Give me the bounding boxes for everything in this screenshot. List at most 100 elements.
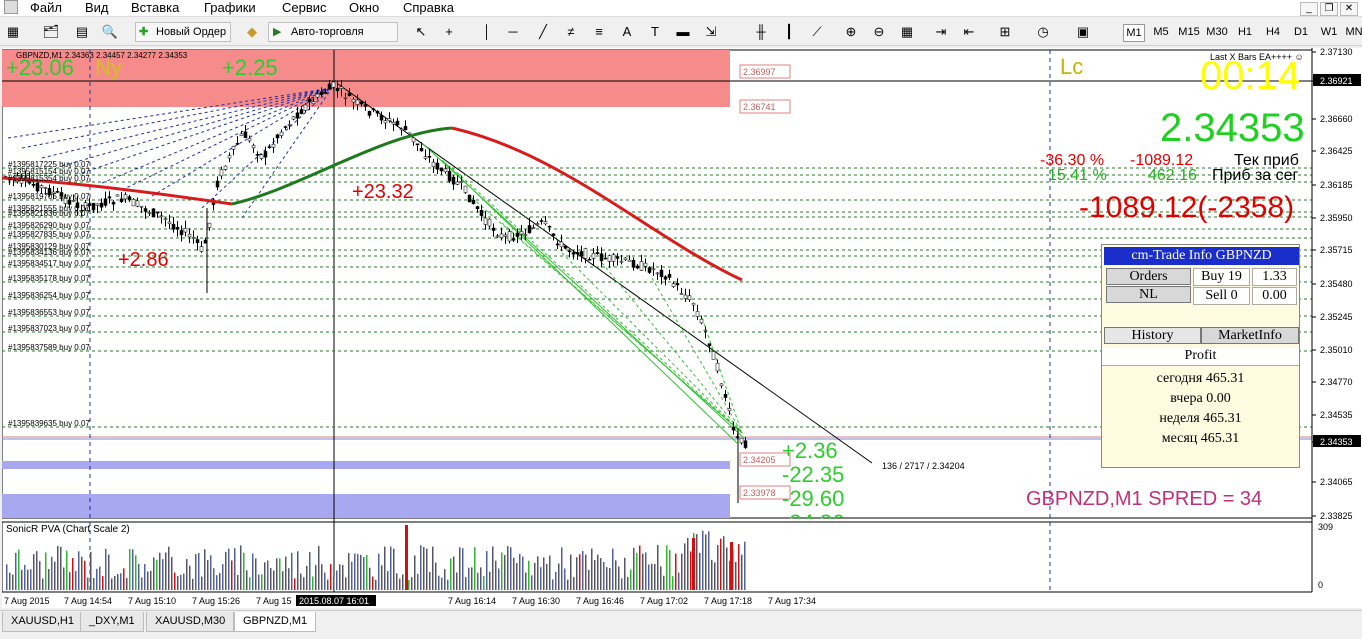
volume-bar — [138, 563, 140, 590]
tab-dxy-m1[interactable]: _DXY,M1 — [80, 612, 144, 632]
menu-charts[interactable]: Графики — [204, 0, 256, 15]
shapes-icon[interactable]: ⇲ — [702, 23, 720, 41]
candle — [463, 185, 468, 193]
volume-bar — [483, 575, 485, 590]
chart-shift-icon[interactable]: ⇤ — [960, 23, 978, 41]
candle — [743, 440, 748, 448]
buy-value: 1.33 — [1252, 268, 1297, 286]
volume-bar — [417, 573, 419, 590]
orders-button[interactable]: Orders — [1106, 268, 1191, 285]
profiles-icon[interactable]: 🗂 — [42, 23, 60, 41]
volume-bar — [216, 575, 218, 590]
marketinfo-tab[interactable]: MarketInfo — [1201, 327, 1299, 344]
menu-tools[interactable]: Сервис — [282, 0, 327, 15]
volume-bar — [120, 573, 122, 590]
volume-bar — [324, 572, 326, 590]
tf-m30[interactable]: M30 — [1206, 24, 1228, 40]
nl-button[interactable]: NL — [1106, 286, 1191, 303]
templates-icon[interactable]: ▣ — [1074, 23, 1092, 41]
volume-bar — [150, 570, 152, 590]
tf-m1[interactable]: M1 — [1123, 24, 1145, 42]
volume-bar — [195, 554, 197, 590]
zoom-in-icon[interactable]: ⊕ — [842, 23, 860, 41]
tab-xauusd-m30[interactable]: XAUUSD,M30 — [146, 612, 235, 632]
periods-icon[interactable]: ◷ — [1034, 23, 1052, 41]
candle — [223, 165, 228, 170]
candle — [279, 131, 284, 136]
crosshair-icon[interactable]: + — [440, 23, 458, 41]
tf-m15[interactable]: M15 — [1178, 24, 1200, 40]
volume-bar — [648, 564, 650, 590]
volume-bar — [72, 558, 74, 590]
candle — [319, 91, 324, 95]
window-controls: _ ❐ ✕ — [1298, 0, 1358, 16]
history-tab[interactable]: History — [1104, 327, 1201, 344]
tf-h4[interactable]: H4 — [1262, 24, 1284, 40]
text-icon[interactable]: A — [618, 23, 636, 41]
candle — [547, 225, 552, 228]
tab-xauusd-h1[interactable]: XAUUSD,H1 — [2, 612, 83, 632]
horizontal-line-icon[interactable]: ─ — [504, 23, 522, 41]
channel-icon[interactable]: ≠ — [562, 23, 580, 41]
menu-view[interactable]: Вид — [85, 0, 109, 15]
autoscroll-icon[interactable]: ⇥ — [932, 23, 950, 41]
tf-d1[interactable]: D1 — [1290, 24, 1312, 40]
candle — [167, 221, 172, 224]
menu-help[interactable]: Справка — [403, 0, 454, 15]
candle — [295, 112, 300, 119]
candle — [539, 220, 544, 222]
profit-title: Profit — [1102, 348, 1299, 366]
tf-h1[interactable]: H1 — [1234, 24, 1256, 40]
volume-bar — [405, 525, 408, 590]
price-tick: 2.36425 — [1320, 146, 1353, 156]
symbol-spread: GBPNZD,M1 SPRED = 34 — [1026, 488, 1263, 510]
tile-windows-icon[interactable]: ▦ — [898, 23, 916, 41]
market-watch-icon[interactable]: ▤ — [73, 23, 91, 41]
volume-bar — [730, 542, 733, 590]
close-icon[interactable]: ✕ — [1340, 2, 1358, 16]
chart-tabs: XAUUSD,H1 _DXY,M1 XAUUSD,M30 GBPNZD,M1 — [0, 610, 1362, 639]
fibo-icon[interactable]: ≡ — [590, 23, 608, 41]
volume-bar — [162, 559, 164, 590]
app-icon[interactable] — [4, 0, 18, 14]
volume-bar — [438, 575, 440, 590]
bar-chart-icon[interactable]: ╫ — [752, 23, 770, 41]
order-label: #1395837589 buy 0.07 — [8, 343, 90, 352]
right-number-3: -29.60 — [782, 486, 845, 511]
autotrading-button[interactable]: ▶ Авто-торговля — [268, 22, 398, 42]
tf-mn[interactable]: MN — [1343, 24, 1362, 40]
time-cursor-label: 2015.08.07 16:01 — [299, 596, 369, 606]
candle — [559, 241, 564, 248]
history-icon[interactable]: ◆ — [243, 23, 261, 41]
tf-m5[interactable]: M5 — [1150, 24, 1172, 40]
candle — [407, 132, 412, 135]
volume-bar — [459, 547, 461, 590]
right-number-2: -22.35 — [782, 462, 845, 487]
price-tick: 2.34770 — [1320, 377, 1353, 387]
menu-insert[interactable]: Вставка — [131, 0, 179, 15]
new-order-button[interactable]: ✚ Новый Ордер — [135, 22, 232, 42]
tab-gbpnzd-m1[interactable]: GBPNZD,M1 — [234, 612, 317, 632]
volume-bar — [717, 545, 719, 590]
line-chart-icon[interactable]: ⟋ — [808, 23, 826, 41]
menu-file[interactable]: Файл — [30, 0, 62, 15]
rectangle-icon[interactable]: ▬ — [674, 23, 692, 41]
candle — [723, 393, 728, 398]
zoom-out-icon[interactable]: ⊖ — [870, 23, 888, 41]
vertical-line-icon[interactable]: │ — [478, 23, 496, 41]
indicators-icon[interactable]: ⊞ — [996, 23, 1014, 41]
new-chart-icon[interactable]: ▦ — [4, 23, 22, 41]
minimize-icon[interactable]: _ — [1300, 2, 1318, 16]
candles-icon[interactable]: ┃ — [780, 23, 798, 41]
menu-window[interactable]: Окно — [349, 0, 379, 15]
volume-bar — [258, 574, 260, 590]
navigator-icon[interactable]: 🔍 — [101, 23, 119, 41]
cursor-icon[interactable]: ↖ — [412, 23, 430, 41]
restore-icon[interactable]: ❐ — [1320, 2, 1338, 16]
volume-bar — [336, 570, 338, 590]
trendline-icon[interactable]: ╱ — [534, 23, 552, 41]
tf-w1[interactable]: W1 — [1318, 24, 1340, 40]
candle — [95, 203, 100, 206]
text-label-icon[interactable]: T — [646, 23, 664, 41]
right-number-1: +2.36 — [782, 438, 838, 463]
